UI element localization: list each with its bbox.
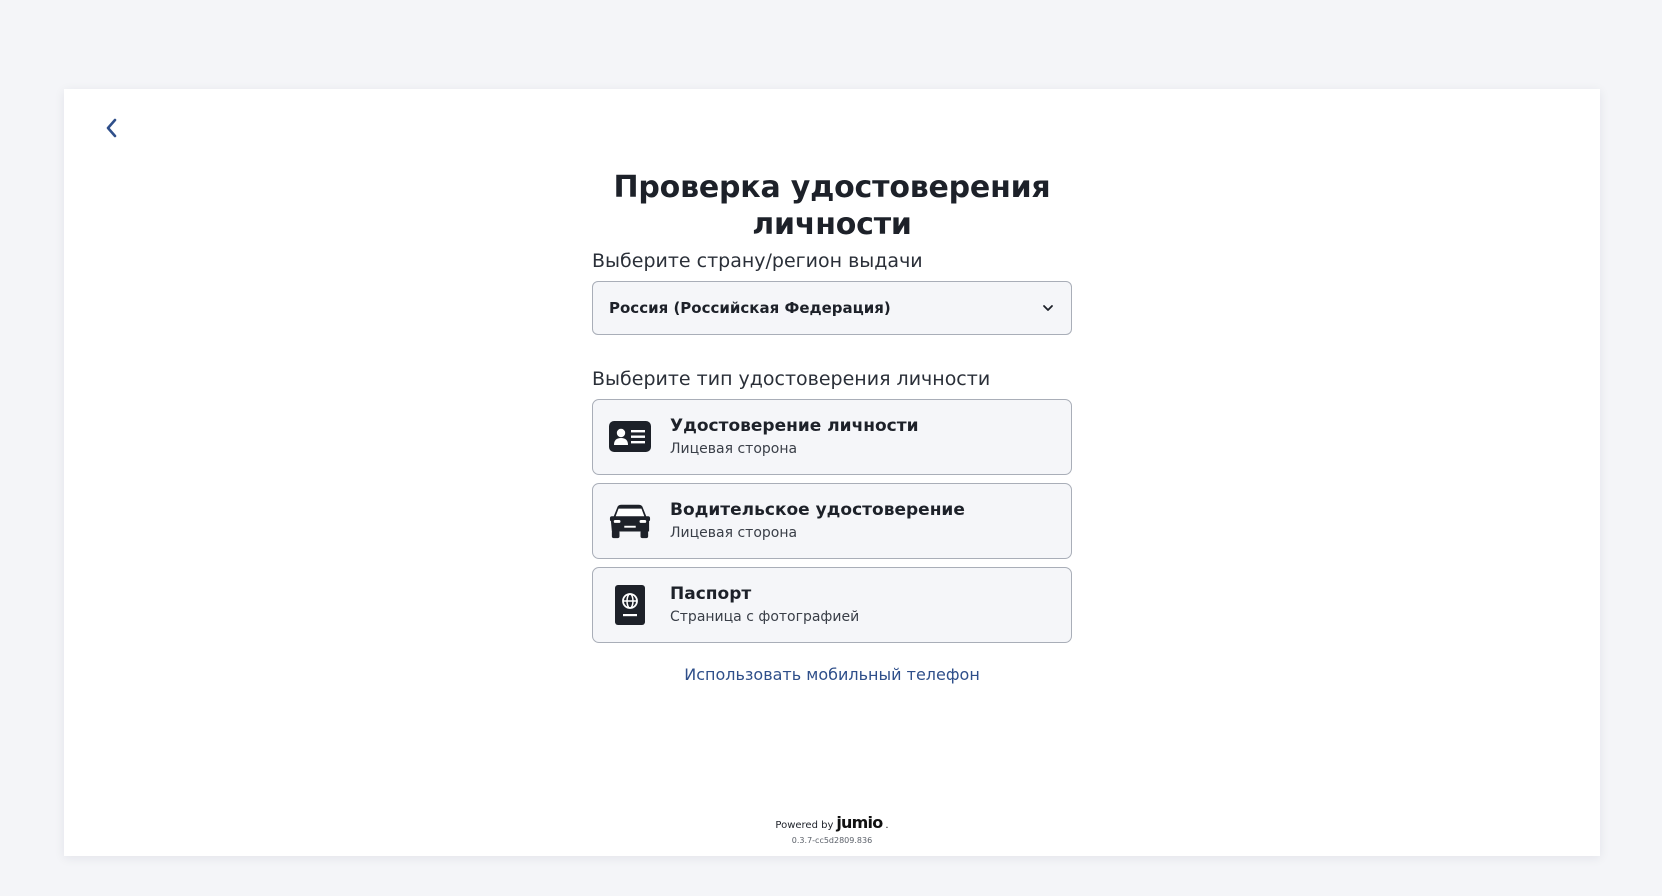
use-mobile-phone-link[interactable]: Использовать мобильный телефон — [592, 665, 1072, 684]
country-select-value: Россия (Российская Федерация) — [609, 299, 891, 317]
option-title: Удостоверение личности — [670, 416, 919, 436]
option-subtitle: Лицевая сторона — [670, 525, 798, 541]
passport-icon — [609, 583, 651, 627]
chevron-down-icon — [1041, 301, 1055, 315]
car-icon — [609, 499, 651, 543]
verification-card: Проверка удостоверения личности Выберите… — [64, 89, 1600, 856]
option-drivers-license[interactable]: Водительское удостоверение Лицевая сторо… — [592, 483, 1072, 559]
option-subtitle: Лицевая сторона — [670, 441, 798, 457]
jumio-logo: jumio — [836, 813, 883, 832]
option-title: Водительское удостоверение — [670, 500, 965, 520]
option-id-card[interactable]: Удостоверение личности Лицевая сторона — [592, 399, 1072, 475]
back-button[interactable] — [98, 114, 126, 142]
powered-by-text: Powered by — [775, 820, 834, 831]
page-title: Проверка удостоверения личности — [613, 170, 1051, 242]
powered-by: Powered by jumio. — [775, 813, 889, 832]
option-passport[interactable]: Паспорт Страница с фотографией — [592, 567, 1072, 643]
country-label: Выберите страну/регион выдачи — [592, 250, 923, 272]
chevron-left-icon — [106, 118, 117, 138]
country-select[interactable]: Россия (Российская Федерация) — [592, 281, 1072, 335]
footer: Powered by jumio. 0.3.7-cc5d2809.836 — [592, 813, 1072, 845]
version-text: 0.3.7-cc5d2809.836 — [791, 836, 873, 845]
option-title: Паспорт — [670, 584, 752, 604]
id-type-label: Выберите тип удостоверения личности — [592, 368, 991, 390]
id-card-icon — [609, 415, 651, 459]
option-subtitle: Страница с фотографией — [670, 609, 860, 625]
